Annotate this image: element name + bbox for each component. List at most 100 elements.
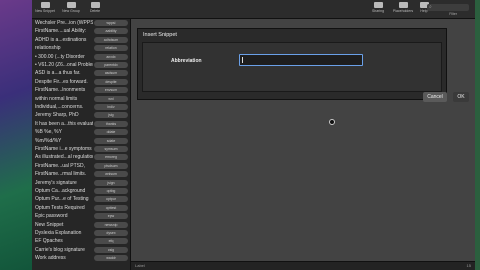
snippet-abbreviation-badge: sdate (94, 137, 128, 144)
snippet-row[interactable]: relationship relation (32, 44, 130, 52)
snippet-name: ASD is a...a thus far. (35, 70, 81, 77)
desktop-wallpaper (0, 0, 34, 270)
snippet-abbreviation-badge: jsig (94, 112, 128, 119)
snippet-name: FirstName....ual Ability: (35, 28, 87, 35)
snippet-row[interactable]: within normal limits wnl (32, 95, 130, 103)
snippet-row[interactable]: EF Qpaches efq (32, 237, 130, 245)
snippet-name: relationship (35, 45, 61, 52)
snippet-row[interactable]: Optum Ca...ackground optbg (32, 187, 130, 195)
sharing-button[interactable]: Sharing (367, 2, 389, 17)
snippet-abbreviation-badge: optpur (94, 196, 128, 203)
snippet-abbreviation-badge: epw (94, 213, 128, 220)
toolbar: New Snippet New Group Delete Sharing Pla… (32, 0, 475, 19)
snippet-row[interactable]: FirstName...rmal limits. wnlsum (32, 170, 130, 178)
snippet-abbreviation-badge: ddate (94, 129, 128, 136)
snippet-name: Individual,...concerns. (35, 104, 84, 110)
cancel-button[interactable]: Cancel (423, 92, 447, 102)
sharing-label: Sharing (371, 9, 385, 13)
snippet-name: ADHD is a...estinations (35, 36, 87, 43)
snippet-row[interactable]: It has been a...this evaluation.thanks (32, 120, 130, 128)
abbreviation-label: Abbreviation (171, 58, 202, 64)
snippet-abbreviation-badge: parentdx (94, 62, 128, 68)
snippet-name: As illustrated...al regulation. (35, 154, 93, 161)
snippet-row[interactable]: %B %e, %Y ddate (32, 128, 130, 136)
new-snippet-label: New Snippet (35, 9, 55, 13)
snippet-row[interactable]: Despite Fir...es forward. despite (32, 78, 130, 86)
status-left: Label (135, 263, 145, 268)
snippet-name: • V61.20 (Z6...onal Problem (35, 62, 93, 68)
snippet-abbreviation-badge: wppsi (94, 20, 128, 26)
snippet-abbreviation-badge: thanks (94, 120, 128, 127)
snippet-abbreviation-badge: efq (94, 238, 128, 245)
snippet-row[interactable]: • 300.00 (...ty Disorder anxdx (32, 53, 130, 61)
snippet-name: Jeremy Sharp, PhD (35, 112, 79, 119)
snippet-abbreviation-badge: asdsum (94, 70, 128, 77)
snippet-abbreviation-badge: opttest (94, 204, 128, 211)
snippet-row[interactable]: Optum Pur...e of Testing optpur (32, 195, 130, 203)
snippet-row[interactable]: Jeremy's signature jsign (32, 179, 130, 187)
snippet-name: Jeremy's signature (35, 179, 77, 186)
snippet-row[interactable]: As illustrated...al regulation. emoreg (32, 153, 130, 161)
snippet-name: Carrie's blog signature (35, 246, 85, 253)
snippet-name: FirstName i...e symptoms (35, 146, 92, 152)
snippet-abbreviation-badge: anxdx (94, 53, 128, 60)
snippet-row[interactable]: FirstName i...e symptoms symsum (32, 145, 130, 153)
snippet-name: EF Qpaches (35, 238, 63, 245)
snippet-row[interactable]: FirstName...ual PTSD, ptsdsum (32, 162, 130, 170)
snippet-row[interactable]: FirstName....ual Ability: aability (32, 27, 130, 35)
plus-icon (40, 2, 50, 8)
placeholders-button[interactable]: Placeholders (392, 2, 414, 17)
snippet-name: Work address (35, 255, 66, 262)
snippet-abbreviation-badge: waddr (94, 255, 128, 262)
snippet-abbreviation-badge: emoreg (94, 154, 128, 161)
snippet-abbreviation-badge: newsnip (94, 221, 128, 228)
snippet-row[interactable]: Epic password epw (32, 212, 130, 220)
filter-label: Filter (449, 12, 457, 16)
snippet-name: Dyslexia Explanation (35, 230, 82, 236)
status-bar: Label 15 (131, 261, 475, 270)
snippet-abbreviation-badge: wnlsum (94, 171, 128, 178)
snippet-abbreviation-badge: optbg (94, 188, 128, 194)
snippet-abbreviation-badge: envsum (94, 87, 128, 94)
snippet-row[interactable]: Jeremy Sharp, PhD jsig (32, 111, 130, 119)
snippet-name: %B %e, %Y (35, 129, 62, 136)
snippet-row[interactable]: ADHD is a...estinations adhdsum (32, 36, 130, 44)
snippet-name: FirstName...lnonments (35, 87, 86, 94)
snippet-row[interactable]: Individual,...concerns. indiv (32, 103, 130, 111)
snippet-abbreviation-badge: adhdsum (94, 36, 128, 43)
snippet-row[interactable]: Carrie's blog signature csig (32, 246, 130, 254)
new-snippet-button[interactable]: New Snippet (34, 2, 56, 17)
new-group-button[interactable]: New Group (60, 2, 82, 17)
snippet-abbreviation-badge: jsign (94, 179, 128, 186)
snippet-row[interactable]: FirstName...lnonments envsum (32, 86, 130, 94)
mouse-cursor (329, 119, 335, 125)
snippet-row[interactable]: Work address waddr (32, 254, 130, 262)
placeholder-icon (398, 2, 408, 8)
snippet-row[interactable]: Optum Tests Required opttest (32, 204, 130, 212)
snippet-abbreviation-badge: ptsdsum (94, 162, 128, 169)
search-icon: ⌕ (429, 4, 432, 10)
snippet-name: • 300.00 (...ty Disorder (35, 53, 85, 60)
snippet-abbreviation-badge: relation (94, 45, 128, 52)
insert-snippet-dialog: Insert Snippet Abbreviation Cancel OK (137, 28, 469, 102)
share-icon (373, 2, 383, 8)
snippet-list[interactable]: Wechsler Pre...ion (WPPSI-IV)wppsiFirstN… (32, 19, 131, 270)
snippet-abbreviation-badge: indiv (94, 104, 128, 110)
snippet-name: FirstName...ual PTSD, (35, 162, 86, 169)
snippet-abbreviation-badge: wnl (94, 95, 128, 102)
snippet-row[interactable]: • V61.20 (Z6...onal Problem parentdx (32, 61, 130, 69)
snippet-row[interactable]: Wechsler Pre...ion (WPPSI-IV)wppsi (32, 19, 130, 27)
ok-button[interactable]: OK (453, 92, 469, 102)
snippet-name: within normal limits (35, 95, 78, 102)
snippet-row[interactable]: %m/%d/%Y sdate (32, 137, 130, 145)
search-input[interactable]: ⌕ (427, 4, 469, 11)
abbreviation-input[interactable] (239, 54, 363, 66)
snippet-row[interactable]: ASD is a...a thus far. asdsum (32, 69, 130, 77)
snippet-row[interactable]: New Snippet newsnip (32, 221, 130, 229)
snippet-name: %m/%d/%Y (35, 137, 62, 144)
snippet-row[interactable]: Dyslexia Explanation dysex (32, 229, 130, 237)
new-group-label: New Group (62, 9, 80, 13)
delete-button[interactable]: Delete (84, 2, 106, 17)
dialog-title: Insert Snippet (143, 32, 177, 38)
status-right: 15 (466, 263, 471, 268)
